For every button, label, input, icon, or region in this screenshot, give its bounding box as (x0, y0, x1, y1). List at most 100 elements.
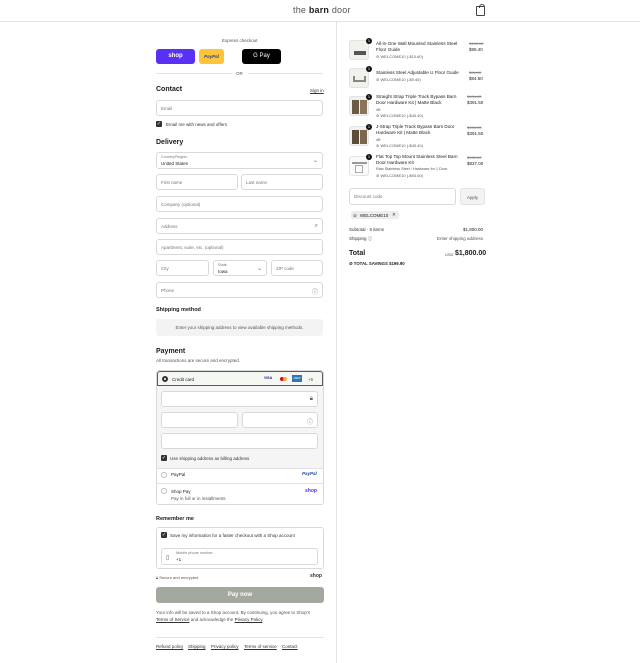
remove-discount-icon[interactable]: ✕ (392, 212, 396, 218)
country-select[interactable]: Country/Region United States ⌄ (156, 152, 323, 169)
tag-icon: ⊘ (353, 212, 357, 218)
shipping-value: Enter shipping address (437, 236, 484, 241)
lock-icon: 🔒︎ (309, 396, 313, 402)
apartment-field[interactable]: Apartment, suite, etc. (optional) (156, 239, 323, 255)
item-price: $391.50 (467, 100, 484, 105)
payment-subtitle: All transactions are secure and encrypte… (156, 358, 241, 363)
line-item: 1 J-Strap Triple Track Bypass Barn Door … (349, 122, 485, 150)
item-discount: ⊘ WELCOME10 (-$10.60) (376, 54, 423, 59)
payment-heading: Payment (156, 348, 186, 355)
item-price: $837.00 (467, 161, 484, 166)
total-savings: ⊘ TOTAL SAVINGS $199.90 (349, 261, 405, 266)
paypal-label: PayPal (171, 472, 186, 477)
quantity-badge: 1 (366, 94, 372, 100)
footer-privacy-policy[interactable]: Privacy policy (211, 644, 239, 649)
billing-label: Use shipping address as billing address (170, 456, 250, 461)
help-icon[interactable]: ⓘ (307, 417, 313, 426)
phone-field[interactable]: Phone ⓘ (156, 282, 323, 298)
shop-pay-sublabel: Pay in full or in installments (171, 496, 226, 501)
item-name: J-Strap Triple Track Bypass Barn Door Ha… (376, 124, 455, 135)
item-variant: Raw Stainless Steel / Hardware for 1 Doo… (376, 167, 448, 171)
item-discount: ⊘ WELCOME10 (-$93.00) (376, 173, 423, 178)
google-pay-button[interactable]: G Pay (242, 49, 281, 64)
shipping-method-heading: Shipping method (156, 307, 201, 313)
divider (248, 73, 323, 74)
paypal-button[interactable]: PayPal (199, 49, 224, 64)
shop-pay-button[interactable]: shop (156, 49, 195, 64)
email-field[interactable]: Email (156, 100, 323, 116)
subtotal-value: $1,800.00 (463, 227, 484, 232)
item-name: Stainless Steel Adjustable U Floor Guide (376, 70, 459, 75)
pay-now-button[interactable]: Pay now (156, 587, 324, 603)
mobile-phone-field[interactable]: ▯ Mobile phone number +1 (161, 548, 318, 565)
secure-label: 🔒︎ Secure and encrypted (156, 575, 199, 580)
paypal-logo: PayPal (302, 471, 317, 476)
shop-pay-label: Shop Pay (171, 489, 191, 494)
expiry-field[interactable] (161, 412, 238, 428)
divider (156, 637, 324, 638)
news-label: Email me with news and offers (166, 122, 227, 127)
address-field[interactable]: Address ⌕ (156, 218, 323, 234)
footer-shipping[interactable]: Shipping (188, 644, 206, 649)
line-item: 1 All-in-One Wall Mounted Stainless Stee… (349, 38, 485, 60)
store-logo[interactable]: the barn door (293, 5, 351, 15)
item-variant: 4ft (376, 107, 381, 112)
apply-button[interactable]: Apply (460, 188, 485, 205)
shipping-notice: Enter your shipping address to view avai… (156, 319, 323, 336)
company-field[interactable]: Company (optional) (156, 196, 323, 212)
state-select[interactable]: State Iowa ⌄ (213, 260, 267, 276)
top-bar: the barn door (0, 0, 640, 22)
zip-field[interactable]: ZIP code (271, 260, 323, 276)
quantity-badge: 1 (366, 154, 372, 160)
help-icon[interactable]: ⓘ (368, 236, 373, 241)
billing-checkbox[interactable]: ✓ (161, 455, 167, 461)
credit-card-option[interactable]: Credit card VISA AMEX +5 (157, 371, 323, 386)
security-code-field[interactable]: ⓘ (242, 412, 318, 428)
express-checkout-label: Express checkout (222, 38, 258, 43)
amex-icon: AMEX (292, 375, 302, 382)
item-price: $84.60 (469, 76, 483, 81)
item-original-price: $434.00 (467, 94, 482, 99)
discount-code-field[interactable]: Discount code (349, 188, 456, 205)
chevron-down-icon: ⌄ (312, 158, 318, 164)
terms-link[interactable]: Terms of Service (156, 617, 190, 622)
divider (157, 468, 323, 469)
help-icon[interactable]: ⓘ (312, 287, 318, 296)
contact-heading: Contact (156, 86, 183, 93)
search-icon: ⌕ (314, 223, 318, 229)
item-discount: ⊘ WELCOME10 (-$9.40) (376, 77, 421, 82)
footer-terms-of-service[interactable]: Terms of service (244, 644, 277, 649)
paypal-radio[interactable] (161, 472, 167, 478)
name-on-card-field[interactable] (161, 433, 318, 449)
total-label: Total (349, 250, 366, 257)
save-info-checkbox[interactable]: ✓ (161, 532, 167, 538)
city-field[interactable]: City (156, 260, 209, 276)
credit-card-radio[interactable] (162, 376, 168, 382)
line-item: 1 Stainless Steel Adjustable U Floor Gui… (349, 66, 485, 88)
item-price: $95.40 (469, 47, 483, 52)
footer-refund-policy[interactable]: Refund policy (156, 644, 183, 649)
discount-tag: ⊘ WELCOME10 ✕ (351, 211, 399, 219)
subtotal-label: Subtotal · 5 items (349, 227, 385, 232)
quantity-badge: 1 (366, 38, 372, 44)
card-number-field[interactable]: 🔒︎ (161, 391, 318, 407)
remember-heading: Remember me (156, 516, 194, 522)
item-name: Flat Top Top Mount Stainless Steel Barn … (376, 154, 458, 165)
shop-pay-radio[interactable] (161, 488, 167, 494)
item-original-price: $94.00 (469, 70, 482, 75)
or-label: OR (236, 71, 243, 76)
item-original-price: $434.00 (467, 125, 482, 130)
item-original-price: $106.00 (469, 41, 484, 46)
privacy-link[interactable]: Privacy Policy (235, 617, 263, 622)
last-name-field[interactable]: Last name (241, 174, 323, 190)
footer-contact[interactable]: Contact (282, 644, 298, 649)
news-checkbox[interactable]: ✓ (156, 121, 162, 127)
sign-in-link[interactable]: Sign in (310, 88, 324, 93)
first-name-field[interactable]: First name (156, 174, 238, 190)
item-name: Straight Strap Triple Track Bypass Barn … (376, 94, 457, 105)
currency-label: USD (445, 252, 454, 257)
shop-logo: shop (310, 573, 322, 579)
cart-bag-icon[interactable] (476, 4, 485, 16)
visa-icon: VISA (264, 376, 273, 380)
more-cards-label: +5 (308, 377, 314, 382)
